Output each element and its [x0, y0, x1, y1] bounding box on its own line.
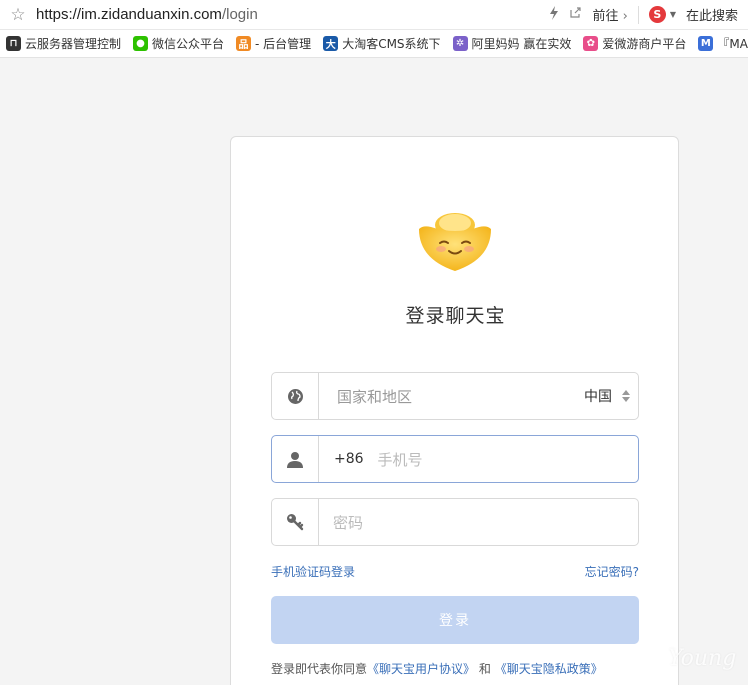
bookmark-label: 阿里妈妈 赢在实效 [471, 37, 572, 51]
login-button[interactable]: 登录 [271, 596, 639, 644]
address-bar: ☆ https://im.zidanduanxin.com/login 前往 ›… [0, 0, 748, 30]
admin-icon: 品 [236, 36, 252, 51]
url-field[interactable]: https://im.zidanduanxin.com/login [36, 6, 549, 23]
bookmark-item[interactable]: ✲ 阿里妈妈 赢在实效 [447, 35, 578, 52]
page-title: 登录聊天宝 [405, 305, 506, 327]
search-engine-icon[interactable]: S [648, 6, 666, 23]
bookmark-item[interactable]: ⊓ 云服务器管理控制 [0, 35, 127, 52]
bookmark-star-icon[interactable]: ☆ [0, 5, 36, 25]
forward-button[interactable]: 前往 › [592, 5, 627, 24]
phone-input[interactable]: 手机号 [364, 449, 423, 470]
dataoke-icon: 大 [323, 36, 339, 51]
password-field[interactable]: 密码 [271, 498, 639, 546]
phone-country-code: +86 [334, 451, 364, 467]
bookmark-label: 微信公众平台 [152, 37, 225, 51]
forgot-password-link[interactable]: 忘记密码? [585, 563, 639, 580]
password-input[interactable]: 密码 [319, 512, 363, 533]
bookmark-item[interactable]: ● 微信公众平台 [127, 35, 230, 52]
country-placeholder: 国家和地区 [337, 387, 413, 406]
bookmark-label: 爱微游商户平台 [602, 37, 687, 51]
lightning-icon[interactable] [549, 5, 559, 24]
wechat-icon: ● [133, 36, 149, 51]
bookmark-label: - 后台管理 [255, 37, 312, 51]
user-agreement-link[interactable]: 《聊天宝用户协议》 [367, 662, 475, 676]
country-select[interactable]: 国家和地区 中国 [271, 372, 639, 420]
share-icon[interactable] [569, 6, 582, 23]
bookmark-label: 『MA [717, 37, 748, 51]
agreement-text: 登录即代表你同意《聊天宝用户协议》 和 《聊天宝隐私政策》 [271, 662, 603, 676]
bookmark-label: 云服务器管理控制 [25, 37, 122, 51]
key-icon [272, 499, 319, 545]
bookmark-label: 大淘客CMS系统下 [342, 37, 441, 51]
divider [637, 5, 639, 24]
privacy-policy-link[interactable]: 《聊天宝隐私政策》 [495, 662, 603, 676]
user-icon [272, 436, 319, 482]
select-arrows-icon [622, 390, 630, 402]
server-icon: ⊓ [6, 36, 21, 51]
m-icon: M [698, 36, 714, 51]
bookmarks-bar: ⊓ 云服务器管理控制 ● 微信公众平台品 - 后台管理大大淘客CMS系统下 ✲ 阿里妈妈 赢… [0, 30, 748, 58]
country-value: 中国 [584, 389, 612, 405]
url-host: https://im.zidanduanxin.com [36, 6, 222, 23]
bookmark-item[interactable]: 大大淘客CMS系统下 [317, 35, 446, 52]
aiweiyou-icon: ✿ [583, 36, 599, 51]
sms-login-link[interactable]: 手机验证码登录 [271, 563, 355, 580]
login-card: 登录聊天宝 国家和地区 中国 +86 手机号 密码 手机验证码登录 忘记密码? … [230, 136, 679, 685]
gold-ingot-logo-icon [419, 213, 491, 271]
url-path: /login [221, 6, 258, 23]
phone-field[interactable]: +86 手机号 [271, 435, 639, 483]
alimama-icon: ✲ [452, 36, 468, 51]
watermark: Young [668, 646, 737, 671]
search-box[interactable]: 在此搜索 [686, 5, 738, 24]
globe-icon [272, 373, 319, 419]
bookmark-item[interactable]: M 『MA [692, 35, 748, 52]
chevron-down-icon[interactable]: ▼ [670, 10, 676, 19]
bookmark-item[interactable]: 品- 后台管理 [230, 35, 317, 52]
bookmark-item[interactable]: ✿ 爱微游商户平台 [577, 35, 692, 52]
